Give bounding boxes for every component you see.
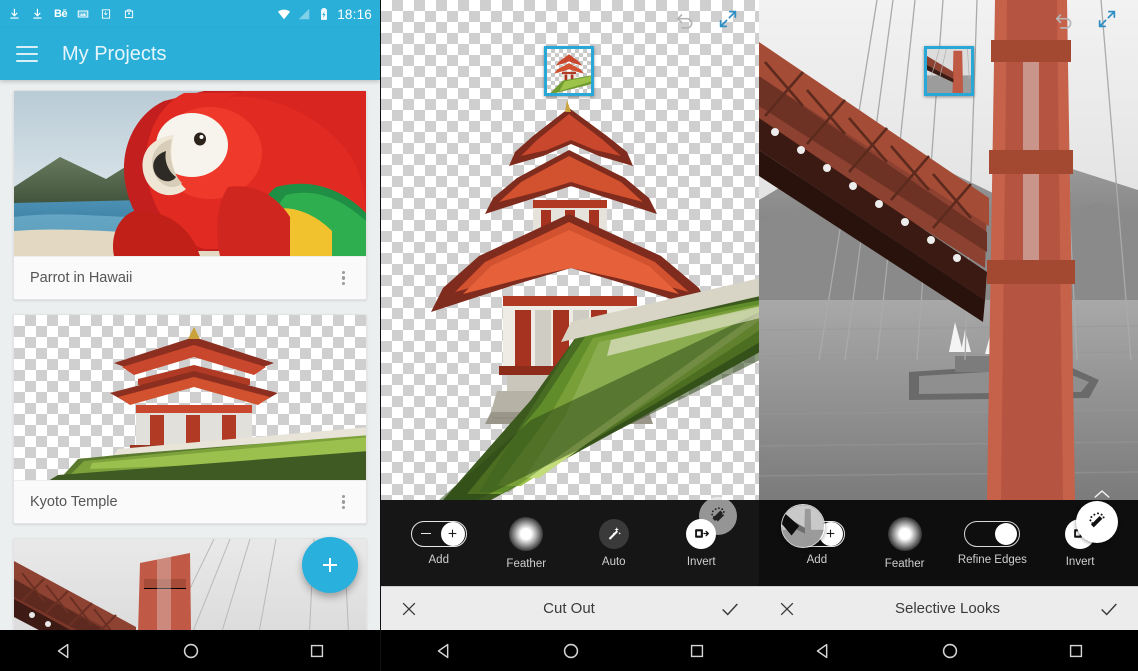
plus-icon [827, 529, 835, 538]
cutout-editor-panel: Add Feather Auto Invert Cut Out [380, 0, 759, 671]
toggle-switch-icon[interactable] [964, 520, 1021, 547]
layer-thumbnail-chip[interactable] [544, 46, 594, 96]
image-icon [77, 10, 89, 18]
tool-label: Add [806, 553, 828, 566]
look-preview-button[interactable] [781, 504, 825, 548]
tool-label: Invert [686, 555, 716, 568]
download-box-icon [101, 9, 111, 19]
recents-square-icon[interactable] [687, 641, 707, 661]
tool-label: Add [428, 553, 449, 566]
close-x-icon[interactable] [399, 599, 419, 619]
add-project-button[interactable] [302, 537, 358, 593]
undo-icon[interactable] [1052, 7, 1076, 31]
parrot-photo [14, 91, 366, 256]
looks-bottom-bar: Selective Looks [759, 586, 1138, 630]
projects-panel: Bē 18:16 My Projects Parrot in Hawaii Ky… [0, 0, 380, 671]
status-bar-system-icons: 18:16 [277, 7, 372, 22]
magic-wand-icon [1089, 512, 1105, 528]
expand-arrows-icon[interactable] [1096, 8, 1118, 30]
tool-label: Feather [884, 557, 925, 570]
kyoto-temple-layer-thumbnail [550, 54, 591, 93]
tool-label: Feather [506, 557, 547, 570]
add-subtract-toggle-icon[interactable] [410, 520, 467, 547]
cutout-bottom-bar: Cut Out [381, 586, 759, 630]
editor-mode-title: Selective Looks [894, 600, 1001, 617]
project-title-row[interactable]: Kyoto Temple [14, 480, 366, 523]
parrot-in-hawaii-thumbnail[interactable] [14, 91, 366, 256]
auto-magic-wand-icon [598, 518, 629, 549]
android-nav-bar [0, 630, 380, 671]
feather-brush-icon [509, 516, 544, 551]
home-circle-icon[interactable] [560, 640, 582, 662]
magic-wand-icon [608, 526, 621, 540]
behance-icon: Bē [54, 8, 68, 20]
status-bar-clock: 18:16 [337, 6, 372, 22]
checkmark-icon[interactable] [1098, 598, 1120, 620]
cutout-top-bar [381, 0, 759, 38]
tool-label: Auto [601, 555, 626, 568]
back-triangle-icon[interactable] [433, 640, 455, 662]
recents-square-icon[interactable] [307, 641, 327, 661]
undo-icon[interactable] [673, 7, 697, 31]
android-nav-bar [381, 630, 759, 671]
wifi-icon [278, 9, 291, 20]
selective-looks-editor-panel: Add Feather Refine Edges Invert Selectiv… [759, 0, 1138, 671]
app-screenshot: Bē 18:16 My Projects Parrot in Hawaii Ky… [0, 0, 1138, 671]
list-item[interactable]: Kyoto Temple [13, 314, 367, 524]
hamburger-menu-icon[interactable] [16, 46, 38, 62]
home-circle-icon[interactable] [180, 640, 202, 662]
tool-auto[interactable]: Auto [575, 518, 653, 568]
plus-icon [448, 529, 457, 538]
battery-charging-icon [321, 8, 328, 20]
tool-feather[interactable]: Feather [866, 516, 944, 570]
tool-add[interactable]: Add [400, 520, 478, 566]
look-preview-thumbnail [782, 505, 824, 547]
tool-refine-edges[interactable]: Refine Edges [953, 520, 1031, 566]
tool-label: Refine Edges [957, 553, 1027, 566]
download-icon [10, 8, 19, 19]
editor-mode-title: Cut Out [543, 600, 595, 617]
download-icon [33, 8, 42, 19]
magic-wand-button[interactable] [1076, 501, 1118, 543]
home-circle-icon[interactable] [939, 640, 961, 662]
cellular-signal-icon [298, 8, 310, 20]
chevron-up-icon [1094, 490, 1110, 498]
recents-square-icon[interactable] [1066, 641, 1086, 661]
looks-top-bar [759, 0, 1138, 38]
tool-label: Invert [1065, 555, 1095, 568]
project-title: Kyoto Temple [30, 494, 118, 510]
kyoto-temple-cutout-photo [49, 327, 366, 480]
expand-arrows-icon[interactable] [717, 8, 739, 30]
plus-icon [323, 558, 337, 572]
tool-feather[interactable]: Feather [487, 516, 565, 570]
back-triangle-icon[interactable] [53, 640, 75, 662]
feather-brush-icon [887, 516, 922, 551]
layer-thumbnail-chip[interactable] [924, 46, 974, 96]
magic-wand-icon [711, 507, 725, 522]
page-title: My Projects [62, 42, 167, 65]
status-bar-notification-icons: Bē [8, 7, 136, 21]
back-triangle-icon[interactable] [812, 640, 834, 662]
kebab-menu-icon[interactable] [337, 490, 350, 515]
project-title: Parrot in Hawaii [30, 270, 133, 286]
app-bar: My Projects [0, 28, 380, 80]
magic-wand-button[interactable] [699, 497, 737, 535]
android-nav-bar [759, 630, 1138, 671]
list-item[interactable]: Parrot in Hawaii [13, 90, 367, 300]
project-title-row[interactable]: Parrot in Hawaii [14, 256, 366, 299]
checkmark-icon[interactable] [719, 598, 741, 620]
kyoto-temple-cutout-thumbnail[interactable] [14, 315, 366, 480]
golden-gate-bridge-layer-thumbnail [927, 49, 971, 93]
portfolio-icon [124, 9, 134, 19]
kebab-menu-icon[interactable] [337, 266, 350, 291]
android-status-bar: Bē 18:16 [0, 0, 380, 28]
close-x-icon[interactable] [777, 599, 797, 619]
